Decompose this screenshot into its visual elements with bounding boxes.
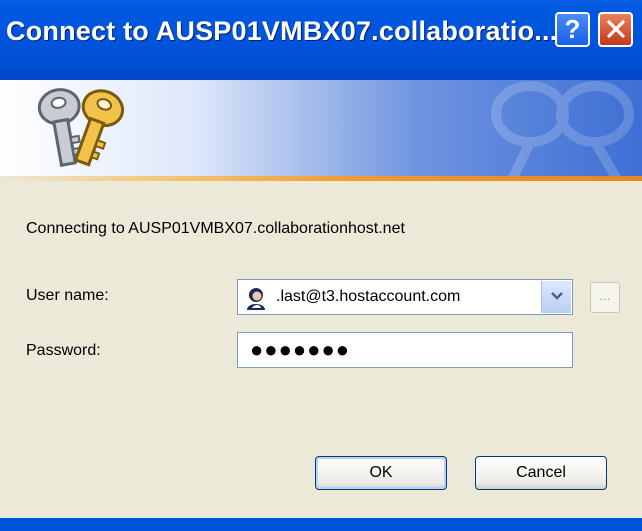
user-dropdown-button[interactable] <box>541 281 571 313</box>
close-button[interactable] <box>598 12 633 47</box>
close-icon <box>606 20 625 38</box>
header-banner <box>0 80 642 176</box>
help-button[interactable]: ? <box>555 12 590 47</box>
user-name-label: User name: <box>26 287 109 304</box>
browse-button[interactable]: ... <box>590 282 620 313</box>
banner-divider <box>0 176 642 181</box>
user-name-value: .last@t3.hostaccount.com <box>276 288 461 305</box>
user-avatar-icon <box>247 288 265 310</box>
ok-button[interactable]: OK <box>315 456 447 490</box>
window-bottom-border <box>0 518 642 531</box>
watermark-icon <box>491 81 634 176</box>
connecting-message: Connecting to AUSP01VMBX07.collaboration… <box>26 220 405 237</box>
keys-icon <box>37 88 125 168</box>
window-title: Connect to AUSP01VMBX07.collaboratio... <box>6 16 558 46</box>
help-icon: ? <box>564 14 581 44</box>
password-mask: ●●●●●●● <box>250 337 351 362</box>
password-field[interactable]: ●●●●●●● <box>237 332 573 368</box>
chevron-down-icon <box>550 292 563 300</box>
cancel-button[interactable]: Cancel <box>475 456 607 490</box>
password-label: Password: <box>26 342 101 359</box>
title-bar[interactable]: Connect to AUSP01VMBX07.collaboratio... … <box>0 0 642 80</box>
connect-dialog: Connect to AUSP01VMBX07.collaboratio... … <box>0 0 642 531</box>
user-name-combobox[interactable]: .last@t3.hostaccount.com <box>237 279 573 315</box>
